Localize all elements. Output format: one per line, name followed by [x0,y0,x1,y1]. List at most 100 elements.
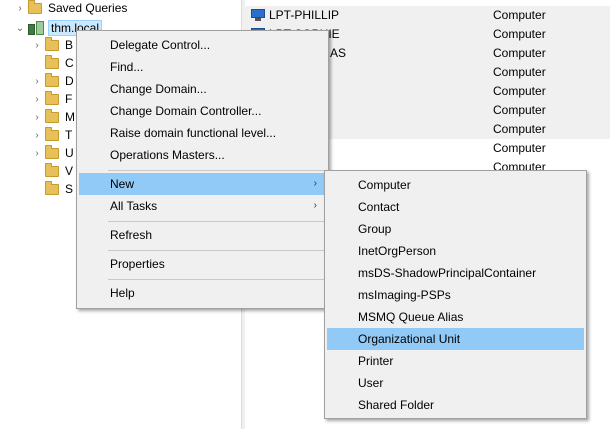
menu-item-refresh[interactable]: Refresh [79,224,326,246]
folder-icon [45,72,59,87]
folder-icon [45,90,59,105]
menu-separator [108,279,324,280]
menu-separator [108,250,324,251]
tree-item-label: D [65,74,74,88]
tree-item-label: T [65,128,73,142]
submenu-item-organizational-unit[interactable]: Organizational Unit [327,328,584,350]
menu-item-help[interactable]: Help [79,282,326,304]
submenu-arrow-icon: › [313,200,317,211]
folder-icon [45,126,59,141]
tree-item-ou[interactable]: C [31,53,74,73]
submenu-item-computer[interactable]: Computer [327,174,584,196]
menu-item-label: InetOrgPerson [358,244,437,258]
list-item-type: Computer [493,46,546,60]
folder-icon [28,0,42,14]
tree-item-ou[interactable]: › F [31,89,72,109]
menu-item-operations-masters[interactable]: Operations Masters... [79,144,326,166]
chevron-right-icon[interactable] [31,53,43,73]
menu-item-label: Raise domain functional level... [110,126,277,140]
chevron-right-icon[interactable]: › [31,125,43,145]
chevron-right-icon[interactable] [31,179,43,199]
list-item-type: Computer [493,84,546,98]
menu-item-properties[interactable]: Properties [79,253,326,275]
tree-item-ou[interactable]: S [31,179,73,199]
menu-item-label: Refresh [110,228,153,242]
list-item-name: LPT-PHILLIP [269,8,340,22]
menu-separator [108,221,324,222]
chevron-right-icon[interactable]: › [31,89,43,109]
context-menu: Delegate Control... Find... Change Domai… [76,30,329,309]
list-item-type: Computer [493,141,546,155]
folder-icon [45,144,59,159]
menu-separator [108,170,324,171]
new-submenu: Computer Contact Group InetOrgPerson msD… [324,170,587,419]
menu-item-label: MSMQ Queue Alias [358,310,464,324]
tree-item-ou[interactable]: › D [31,71,74,91]
menu-item-label: msImaging-PSPs [358,288,451,302]
list-item-type: Computer [493,103,546,117]
submenu-item-shared-folder[interactable]: Shared Folder [327,394,584,416]
folder-icon [45,54,59,69]
list-item-type: Computer [493,122,546,136]
menu-item-change-domain-controller[interactable]: Change Domain Controller... [79,100,326,122]
tree-item-ou[interactable]: › M [31,107,75,127]
submenu-item-printer[interactable]: Printer [327,350,584,372]
menu-item-label: Contact [358,200,400,214]
list-item[interactable]: LPT-PHILLIP Computer [245,6,610,25]
tree-item-ou[interactable]: › U [31,143,74,163]
tree-item-label: S [65,182,74,196]
folder-icon [45,108,59,123]
tree-item-ou[interactable]: › B [31,35,73,55]
list-item-type: Computer [493,8,546,22]
menu-item-label: Change Domain Controller... [110,104,262,118]
chevron-right-icon[interactable]: › [31,35,43,55]
menu-item-label: Delegate Control... [110,38,211,52]
menu-item-label: Group [358,222,392,236]
tree-item-ou[interactable]: › T [31,125,72,145]
menu-item-raise-functional-level[interactable]: Raise domain functional level... [79,122,326,144]
menu-item-label: Operations Masters... [110,148,225,162]
tree-item-label: B [65,38,74,52]
chevron-right-icon[interactable]: › [31,71,43,91]
submenu-item-contact[interactable]: Contact [327,196,584,218]
menu-item-label: Properties [110,257,165,271]
menu-item-label: Help [110,286,135,300]
tree-item-saved-queries[interactable]: › Saved Queries [14,0,127,18]
menu-item-label: Shared Folder [358,398,435,412]
menu-item-all-tasks[interactable]: All Tasks › [79,195,326,217]
menu-item-label: Organizational Unit [358,332,461,346]
submenu-item-group[interactable]: Group [327,218,584,240]
chevron-right-icon[interactable] [31,161,43,181]
tree-item-ou[interactable]: V [31,161,73,181]
submenu-item-shadow-principal-container[interactable]: msDS-ShadowPrincipalContainer [327,262,584,284]
menu-item-find[interactable]: Find... [79,56,326,78]
submenu-item-inetorgperson[interactable]: InetOrgPerson [327,240,584,262]
submenu-item-user[interactable]: User [327,372,584,394]
list-item-type: Computer [493,65,546,79]
chevron-down-icon[interactable]: ⌄ [14,18,26,38]
tree-item-label: M [65,110,75,124]
tree-item-label: F [65,92,73,106]
domain-icon [28,21,44,35]
menu-item-label: Printer [358,354,394,368]
submenu-item-msmq-queue-alias[interactable]: MSMQ Queue Alias [327,306,584,328]
chevron-right-icon[interactable]: › [31,143,43,163]
submenu-item-msimaging-psps[interactable]: msImaging-PSPs [327,284,584,306]
tree-item-label: U [65,146,74,160]
computer-icon [251,9,265,21]
menu-item-label: Change Domain... [110,82,207,96]
folder-icon [45,162,59,177]
submenu-arrow-icon: › [313,178,317,189]
menu-item-delegate-control[interactable]: Delegate Control... [79,34,326,56]
tree-item-label: C [65,56,74,70]
tree-item-label: V [65,164,74,178]
menu-item-new[interactable]: New › [79,173,326,195]
menu-item-label: All Tasks [110,199,158,213]
menu-item-label: msDS-ShadowPrincipalContainer [358,266,537,280]
chevron-right-icon[interactable]: › [14,0,26,18]
menu-item-label: New [110,177,135,191]
tree-item-label: Saved Queries [48,1,128,15]
menu-item-change-domain[interactable]: Change Domain... [79,78,326,100]
folder-icon [45,36,59,51]
chevron-right-icon[interactable]: › [31,107,43,127]
